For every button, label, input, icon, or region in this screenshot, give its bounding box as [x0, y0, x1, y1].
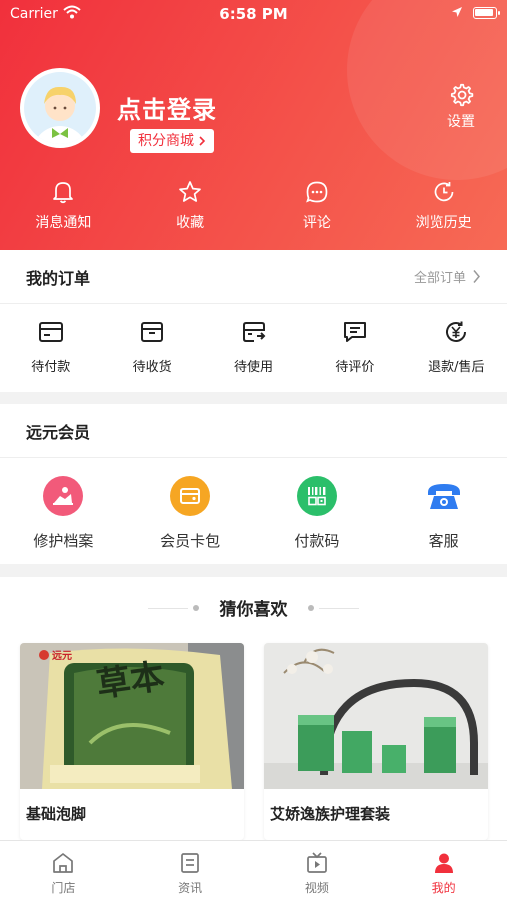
order-status-label: 待评价: [335, 360, 375, 375]
all-orders-link[interactable]: 全部订单: [414, 267, 481, 286]
settings-label: 设置: [447, 114, 475, 130]
membership-title: 远元会员: [26, 422, 91, 442]
points-mall-label: 积分商城: [138, 133, 194, 149]
order-pending-payment[interactable]: 待付款: [0, 320, 101, 375]
profile-header: Carrier 6:58 PM 点击登录 积分商城 设置 消息通知 收藏 评论 …: [0, 0, 507, 250]
ticket-icon: [242, 322, 265, 342]
login-button[interactable]: 点击登录: [117, 90, 217, 125]
member-payment-code[interactable]: 付款码: [254, 476, 381, 551]
quick-link-label: 消息通知: [35, 215, 92, 231]
product-card[interactable]: 艾娇逸族护理套装: [264, 643, 488, 840]
quick-link-label: 收藏: [176, 215, 205, 231]
review-icon: [343, 322, 366, 342]
payment-code-icon: [296, 476, 337, 516]
product-image-brand: 远元: [52, 651, 72, 662]
member-repair-records[interactable]: 修护档案: [0, 476, 127, 551]
quick-link-favorites[interactable]: 收藏: [127, 180, 254, 236]
recommendations-section: 猜你喜欢 远元 草本 基础泡脚 艾娇逸族护理套装: [0, 577, 507, 840]
quick-link-notifications[interactable]: 消息通知: [0, 180, 127, 236]
video-icon: [307, 852, 327, 873]
divider-dot: [308, 605, 314, 611]
wallet-icon: [38, 322, 63, 342]
recommendations-title: 猜你喜欢: [219, 600, 288, 620]
orders-card: 我的订单 全部订单 待付款 待收货 待使用 待评价 退款/售后: [0, 250, 507, 392]
order-status-label: 待收货: [132, 360, 172, 375]
order-status-label: 退款/售后: [428, 360, 485, 375]
chevron-right-icon: [199, 136, 206, 146]
member-item-label: 会员卡包: [160, 532, 221, 550]
quick-links: 消息通知 收藏 评论 浏览历史: [0, 180, 507, 236]
tab-label: 门店: [51, 881, 76, 895]
status-bar: Carrier 6:58 PM: [0, 0, 507, 28]
member-item-label: 付款码: [294, 532, 340, 550]
tab-me[interactable]: 我的: [380, 841, 507, 900]
order-pending-use[interactable]: 待使用: [203, 320, 304, 375]
member-item-label: 客服: [428, 532, 459, 550]
order-refund[interactable]: 退款/售后: [406, 320, 507, 375]
tab-video[interactable]: 视频: [254, 841, 381, 900]
quick-link-label: 评论: [302, 215, 331, 231]
orders-header: 我的订单 全部订单: [0, 250, 507, 304]
order-status-label: 待使用: [234, 360, 274, 375]
quick-link-label: 浏览历史: [415, 215, 472, 231]
card-wallet-icon: [170, 476, 211, 516]
points-mall-button[interactable]: 积分商城: [130, 129, 214, 153]
refund-icon: [446, 321, 467, 342]
orders-title: 我的订单: [26, 268, 91, 288]
user-icon: [434, 853, 453, 873]
member-customer-service[interactable]: 客服: [380, 476, 507, 551]
tab-store[interactable]: 门店: [0, 841, 127, 900]
news-icon: [181, 853, 199, 873]
product-card[interactable]: 远元 草本 基础泡脚: [20, 643, 244, 840]
settings-button[interactable]: 设置: [431, 82, 491, 131]
member-card-wallet[interactable]: 会员卡包: [127, 476, 254, 551]
quick-link-history[interactable]: 浏览历史: [380, 180, 507, 236]
membership-row: 修护档案 会员卡包 付款码 客服: [0, 458, 507, 551]
chevron-right-icon: [473, 270, 480, 283]
tab-label: 我的: [431, 881, 456, 895]
phone-icon: [424, 476, 464, 516]
profile-record-icon: [43, 476, 84, 516]
product-image: 远元 草本: [20, 643, 244, 789]
gear-icon: [450, 83, 474, 107]
member-item-label: 修护档案: [33, 532, 94, 550]
product-image-title: 草本: [94, 656, 167, 706]
membership-card: 远元会员 修护档案 会员卡包 付款码 客服: [0, 404, 507, 564]
product-name: 艾娇逸族护理套装: [270, 805, 391, 823]
quick-link-comments[interactable]: 评论: [254, 180, 381, 236]
divider: [319, 608, 359, 609]
tab-news[interactable]: 资讯: [127, 841, 254, 900]
all-orders-label: 全部订单: [413, 271, 466, 286]
store-icon: [53, 853, 74, 873]
tab-label: 资讯: [178, 881, 203, 895]
order-pending-review[interactable]: 待评价: [304, 320, 405, 375]
bell-icon: [53, 182, 74, 204]
box-icon: [141, 322, 164, 342]
comment-icon: [305, 181, 328, 203]
clock: 6:58 PM: [219, 5, 288, 23]
product-image: [264, 643, 488, 789]
membership-header: 远元会员: [0, 404, 507, 458]
tab-label: 视频: [304, 881, 329, 895]
order-status-row: 待付款 待收货 待使用 待评价 退款/售后: [0, 304, 507, 375]
history-icon: [434, 182, 453, 202]
avatar[interactable]: [20, 68, 100, 148]
product-name: 基础泡脚: [26, 805, 87, 823]
star-icon: [179, 181, 201, 202]
order-status-label: 待付款: [31, 360, 71, 375]
tab-bar: 门店 资讯 视频 我的: [0, 840, 507, 900]
location-icon: [451, 6, 463, 22]
battery-icon: [473, 7, 500, 19]
order-pending-receipt[interactable]: 待收货: [101, 320, 202, 375]
